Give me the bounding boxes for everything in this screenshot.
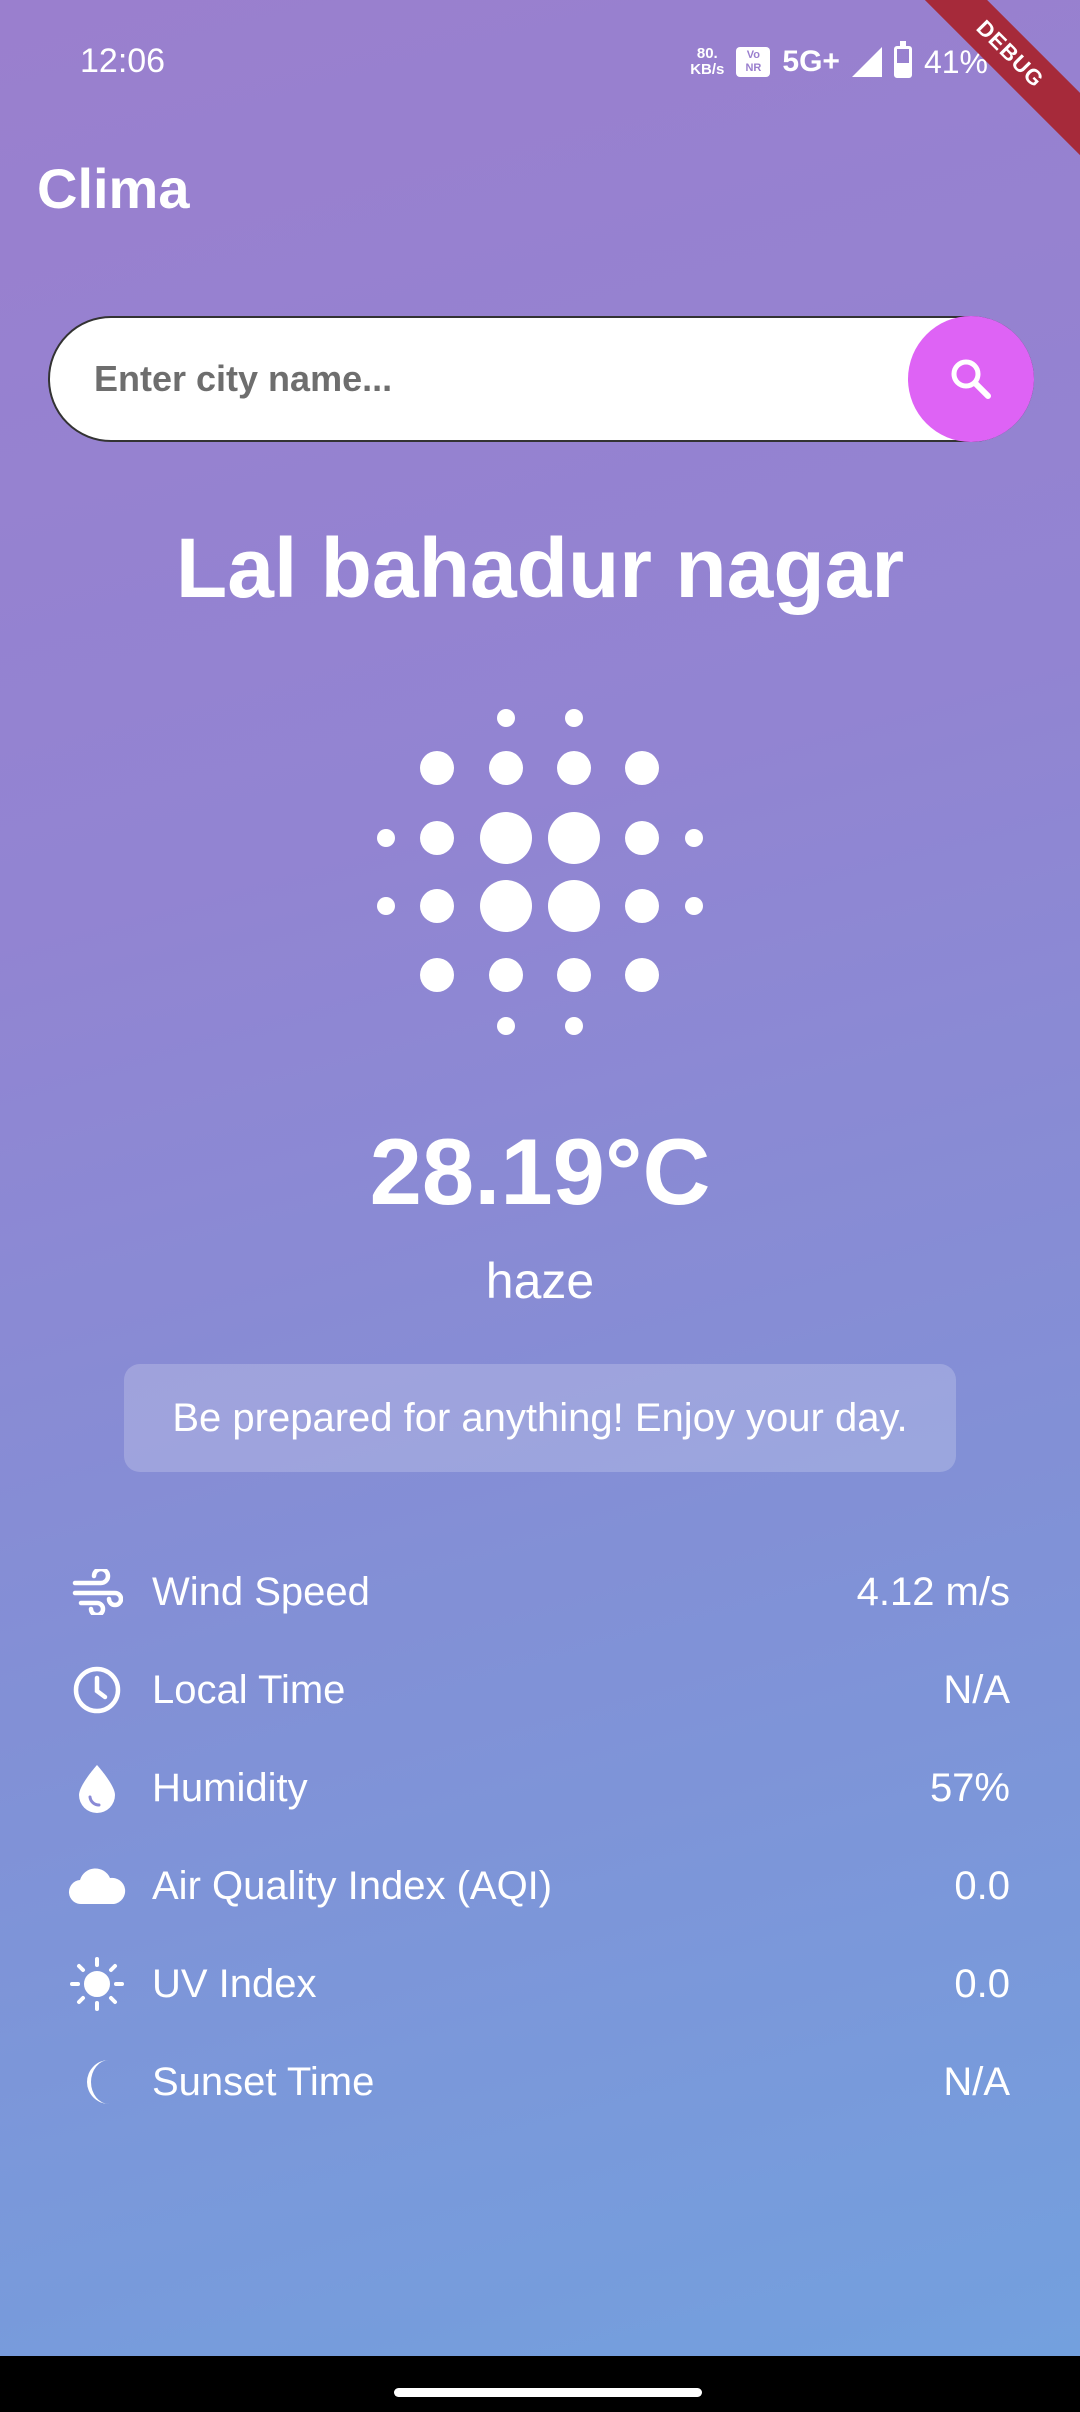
detail-label: Sunset Time [152, 2059, 375, 2104]
detail-label: Wind Speed [152, 1569, 370, 1614]
detail-row-aqi: Air Quality Index (AQI) 0.0 [68, 1837, 1010, 1935]
detail-value: N/A [943, 2059, 1010, 2104]
detail-label: Air Quality Index (AQI) [152, 1863, 553, 1908]
weather-message: Be prepared for anything! Enjoy your day… [124, 1364, 956, 1472]
detail-row-local-time: Local Time N/A [68, 1641, 1010, 1739]
sun-icon [68, 1955, 126, 2013]
moon-icon [68, 2053, 126, 2111]
detail-row-humidity: Humidity 57% [68, 1739, 1010, 1837]
detail-value: 57% [929, 1765, 1010, 1810]
network-type: 5G+ [782, 45, 840, 78]
detail-value: 0.0 [954, 1863, 1010, 1908]
weather-details: Wind Speed 4.12 m/s Local Time N/A Humid… [68, 1543, 1010, 2131]
network-speed-unit: KB/s [690, 61, 725, 78]
detail-row-uv-index: UV Index 0.0 [68, 1935, 1010, 2033]
detail-label: Local Time [152, 1667, 346, 1712]
search-icon [951, 359, 991, 399]
app-title: Clima [37, 157, 190, 220]
weather-description: haze [485, 1253, 595, 1309]
vonr-top: Vo [746, 49, 761, 61]
water-drop-icon [68, 1759, 126, 1817]
cloud-icon [68, 1857, 126, 1915]
home-gesture-bar[interactable] [394, 2388, 702, 2397]
city-name: Lal bahadur nagar [175, 521, 905, 615]
status-time: 12:06 [80, 42, 166, 80]
status-icons: 80. KB/s Vo NR 5G+ 41% [690, 40, 988, 84]
status-bar: 12:06 80. KB/s Vo NR 5G+ 41% [0, 0, 1080, 125]
city-search-input[interactable] [94, 318, 894, 440]
search-button[interactable] [908, 316, 1034, 442]
detail-value: 4.12 m/s [856, 1569, 1010, 1614]
detail-row-sunset-time: Sunset Time N/A [68, 2033, 1010, 2131]
network-speed-value: 80. [696, 45, 718, 62]
haze-dots-icon [377, 709, 703, 1035]
app-screen: 12:06 80. KB/s Vo NR 5G+ 41% DEBUG Clima [0, 0, 1080, 2356]
vonr-bottom: NR [745, 62, 762, 74]
clock-icon [68, 1661, 126, 1719]
network-speed: 80. KB/s [690, 46, 724, 78]
vonr-icon: Vo NR [736, 47, 771, 77]
temperature: 28.19°C [369, 1119, 711, 1224]
battery-icon [893, 41, 912, 78]
search-bar [48, 316, 1034, 442]
detail-value: 0.0 [954, 1961, 1010, 2006]
detail-row-wind-speed: Wind Speed 4.12 m/s [68, 1543, 1010, 1641]
detail-label: UV Index [152, 1961, 317, 2006]
detail-value: N/A [943, 1667, 1010, 1712]
signal-icon [851, 47, 882, 77]
wind-icon [68, 1563, 126, 1621]
detail-label: Humidity [152, 1765, 308, 1810]
system-nav-bar [0, 2356, 1080, 2412]
